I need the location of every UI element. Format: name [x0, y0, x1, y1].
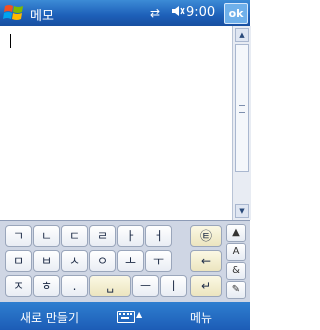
scroll-down-icon[interactable]: ▼: [235, 204, 249, 218]
key-symbols[interactable]: &: [226, 262, 246, 280]
key-tools[interactable]: ✎: [226, 281, 246, 299]
title-bar: 메모 ⇄ 9:00 ok: [0, 0, 250, 26]
ok-button[interactable]: ok: [224, 3, 248, 24]
memo-text-area[interactable]: [0, 26, 232, 220]
key-enter[interactable]: ↵: [190, 275, 222, 297]
connectivity-icon[interactable]: ⇄: [150, 6, 160, 20]
key-eo[interactable]: ㅓ: [145, 225, 172, 247]
key-jieut[interactable]: ㅈ: [5, 275, 32, 297]
menu-bar: 새로 만들기 ▲ 메뉴: [0, 302, 250, 330]
key-mieum[interactable]: ㅁ: [5, 250, 32, 272]
key-o[interactable]: ㅗ: [117, 250, 144, 272]
clock-time[interactable]: 9:00: [186, 5, 215, 20]
key-latin[interactable]: A: [226, 243, 246, 261]
key-eu[interactable]: ㅡ: [132, 275, 159, 297]
key-ieung[interactable]: ㅇ: [89, 250, 116, 272]
korean-soft-keyboard: ㄱ ㄴ ㄷ ㄹ ㅏ ㅓ ㉫ ㅁ ㅂ ㅅ ㅇ ㅗ ㅜ ← ㅈ ㅎ . ␣ ㅡ ㅣ …: [0, 220, 250, 303]
key-shift-up[interactable]: ▲: [226, 224, 246, 242]
input-menu-arrow-icon[interactable]: ▲: [136, 310, 142, 319]
key-period[interactable]: .: [61, 275, 88, 297]
menu-softkey[interactable]: 메뉴: [190, 309, 212, 326]
scroll-thumb[interactable]: [235, 44, 249, 172]
key-hieut[interactable]: ㅎ: [33, 275, 60, 297]
text-caret: [10, 34, 11, 48]
key-a[interactable]: ㅏ: [117, 225, 144, 247]
new-softkey[interactable]: 새로 만들기: [20, 309, 79, 326]
volume-icon[interactable]: [171, 4, 185, 22]
keyboard-icon[interactable]: [117, 311, 135, 323]
key-nieun[interactable]: ㄴ: [33, 225, 60, 247]
key-rieul[interactable]: ㄹ: [89, 225, 116, 247]
key-backspace[interactable]: ←: [190, 250, 222, 272]
key-space[interactable]: ␣: [89, 275, 131, 297]
key-giyeok[interactable]: ㄱ: [5, 225, 32, 247]
windows-start-icon[interactable]: [2, 2, 26, 24]
key-u[interactable]: ㅜ: [145, 250, 172, 272]
key-mode-toggle[interactable]: ㉫: [190, 225, 222, 247]
key-i[interactable]: ㅣ: [160, 275, 187, 297]
key-digeut[interactable]: ㄷ: [61, 225, 88, 247]
key-siot[interactable]: ㅅ: [61, 250, 88, 272]
key-bieup[interactable]: ㅂ: [33, 250, 60, 272]
window-title: 메모: [30, 9, 54, 24]
vertical-scrollbar[interactable]: ▲ ▼: [232, 26, 251, 220]
scroll-up-icon[interactable]: ▲: [235, 28, 249, 42]
grip-icon: [239, 105, 245, 113]
